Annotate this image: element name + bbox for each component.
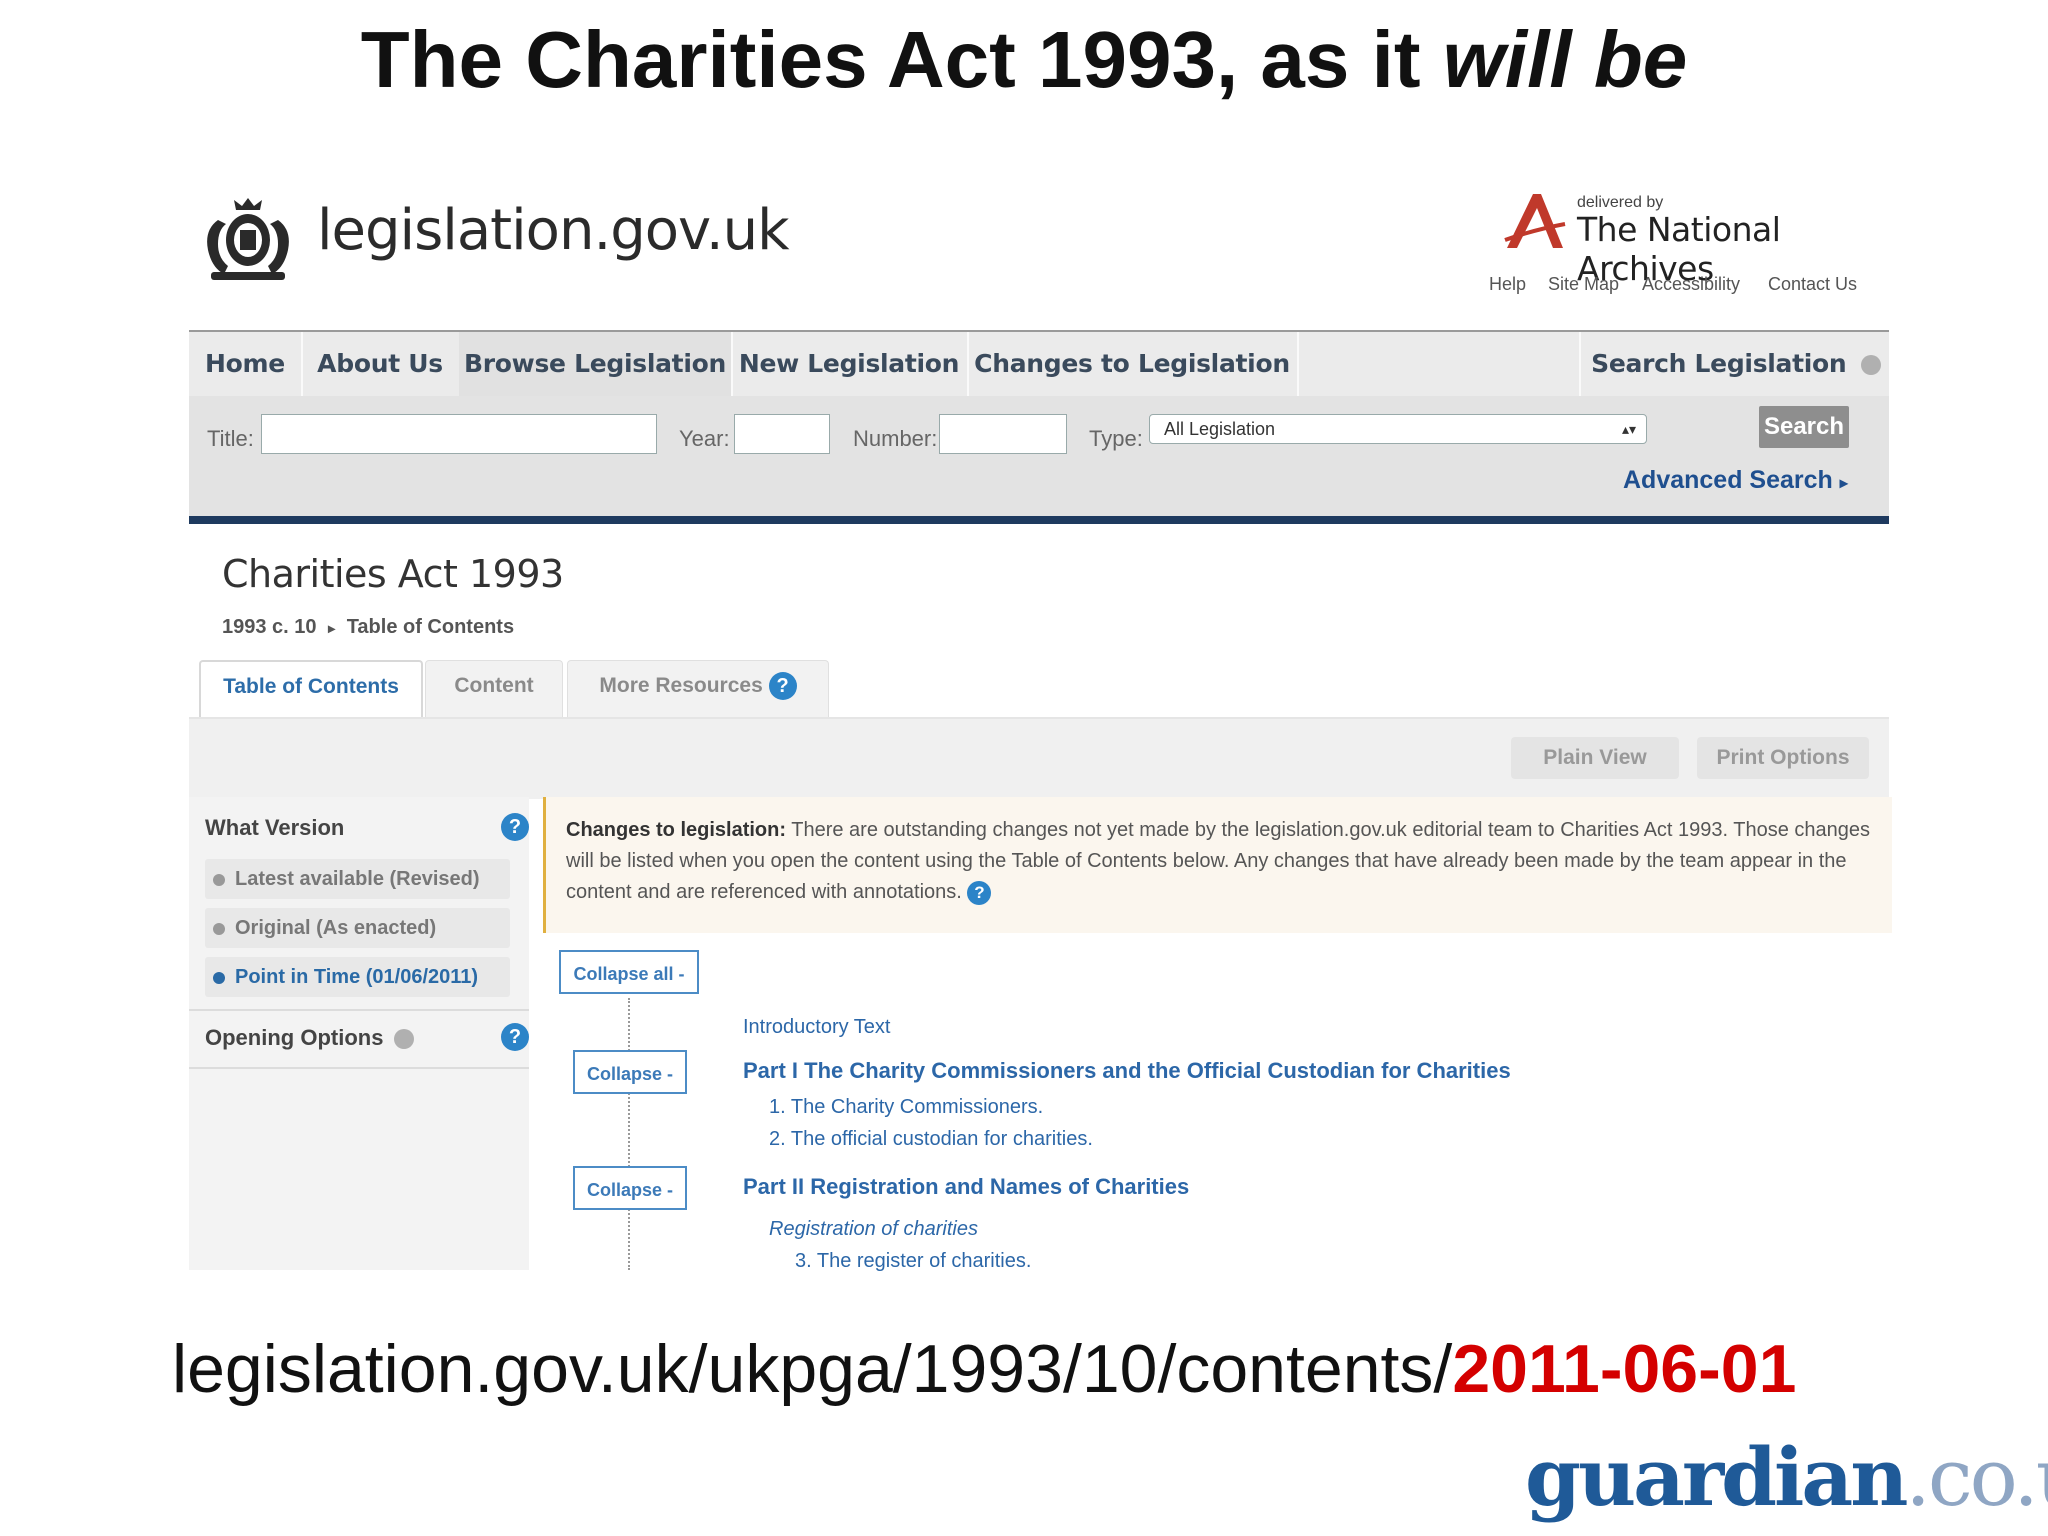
guardian-logo: guardian.co.uk — [1525, 1430, 2048, 1524]
type-select[interactable]: All Legislation ▴▾ — [1149, 414, 1647, 444]
title-label: Title: — [207, 426, 254, 451]
site-map-link[interactable]: Site Map — [1548, 274, 1619, 295]
url-caption: legislation.gov.uk/ukpga/1993/10/content… — [172, 1330, 1796, 1408]
version-label: Point in Time (01/06/2011) — [235, 966, 479, 988]
breadcrumb: 1993 c. 10 ▸ Table of Contents — [222, 616, 514, 639]
toc-section-2[interactable]: 2. The official custodian for charities. — [769, 1128, 1093, 1151]
legislation-screenshot: legislation.gov.uk delivered by The Nati… — [185, 180, 1892, 1273]
royal-crest-icon — [207, 198, 289, 280]
view-options-bar: Plain View Print Options — [189, 717, 1889, 799]
url-prefix: legislation.gov.uk/ukpga/1993/10/content… — [172, 1331, 1453, 1407]
sidebar: What Version ? Latest available (Revised… — [189, 797, 529, 1270]
nav-browse-legislation[interactable]: Browse Legislation — [459, 332, 733, 396]
version-label: Latest available (Revised) — [235, 868, 480, 890]
breadcrumb-arrow-icon: ▸ — [328, 620, 336, 636]
changes-notice: Changes to legislation: There are outsta… — [543, 797, 1892, 933]
toc-tree-line — [628, 998, 630, 1270]
search-legislation-label: Search Legislation — [1591, 349, 1847, 378]
type-label: Type: — [1089, 426, 1143, 451]
what-version-heading: What Version — [205, 815, 345, 840]
help-icon[interactable]: ? — [501, 1023, 529, 1051]
accessibility-link[interactable]: Accessibility — [1642, 274, 1740, 295]
toc-section-3[interactable]: 3. The register of charities. — [795, 1250, 1031, 1273]
advanced-search-link[interactable]: Advanced Search ▸ — [1623, 466, 1848, 495]
tab-more-resources[interactable]: More Resources ? — [567, 660, 829, 719]
national-archives-logo-icon — [1504, 194, 1566, 248]
year-input[interactable] — [734, 414, 830, 454]
print-options-button[interactable]: Print Options — [1697, 737, 1869, 779]
arrow-right-icon: ▸ — [1839, 475, 1848, 492]
version-latest[interactable]: Latest available (Revised) — [205, 859, 510, 899]
toc-introductory-text[interactable]: Introductory Text — [743, 1016, 890, 1039]
collapse-part2-button[interactable]: Collapse - — [573, 1166, 687, 1210]
help-icon[interactable]: ? — [501, 813, 529, 841]
version-original[interactable]: Original (As enacted) — [205, 908, 510, 948]
toc-section-1[interactable]: 1. The Charity Commissioners. — [769, 1096, 1043, 1119]
sidebar-divider — [189, 1009, 529, 1011]
guardian-wordmark: guardian — [1525, 1430, 1908, 1524]
nav-divider — [189, 516, 1889, 524]
number-label: Number: — [853, 426, 938, 451]
nav-home[interactable]: Home — [189, 332, 303, 396]
slide-title: The Charities Act 1993, as it will be — [360, 15, 1688, 104]
guardian-domain: .co.uk — [1905, 1431, 2048, 1524]
version-point-in-time[interactable]: Point in Time (01/06/2011) — [205, 957, 510, 997]
type-select-value: All Legislation — [1164, 419, 1276, 439]
title-input[interactable] — [261, 414, 657, 454]
version-label: Original (As enacted) — [235, 917, 437, 939]
radio-dot-icon — [213, 922, 225, 935]
url-date: 2011-06-01 — [1452, 1331, 1797, 1407]
main-nav: Home About Us Browse Legislation New Leg… — [189, 330, 1889, 397]
radio-dot-icon — [213, 971, 225, 984]
expand-circle-icon — [393, 1029, 414, 1050]
tab-table-of-contents[interactable]: Table of Contents — [199, 660, 423, 720]
collapse-all-button[interactable]: Collapse all - — [559, 950, 699, 994]
nav-new-legislation[interactable]: New Legislation — [731, 332, 969, 396]
radio-dot-icon — [213, 873, 225, 886]
sidebar-divider — [189, 1067, 529, 1069]
opening-options-heading[interactable]: Opening Options — [205, 1025, 414, 1051]
tab-content[interactable]: Content — [425, 660, 563, 719]
more-resources-label: More Resources — [599, 674, 763, 697]
notice-heading: Changes to legislation: — [566, 819, 787, 841]
toc-part-2[interactable]: Part II Registration and Names of Charit… — [743, 1174, 1189, 1200]
help-icon[interactable]: ? — [768, 672, 797, 701]
collapse-circle-icon — [1860, 355, 1881, 375]
search-button[interactable]: Search — [1759, 406, 1849, 448]
search-bar: Title: Year: Number: Type: All Legislati… — [189, 396, 1889, 521]
opening-options-label: Opening Options — [205, 1025, 384, 1050]
contact-us-link[interactable]: Contact Us — [1768, 274, 1857, 295]
breadcrumb-ref[interactable]: 1993 c. 10 — [222, 616, 317, 638]
nav-changes-to-legislation[interactable]: Changes to Legislation — [967, 332, 1299, 396]
select-arrows-icon: ▴▾ — [1621, 421, 1636, 437]
site-logo[interactable]: legislation.gov.uk — [317, 198, 790, 263]
number-input[interactable] — [939, 414, 1067, 454]
advanced-search-label: Advanced Search — [1623, 466, 1833, 494]
document-title: Charities Act 1993 — [222, 552, 564, 596]
toc-part-1[interactable]: Part I The Charity Commissioners and the… — [743, 1058, 1511, 1084]
help-icon[interactable]: ? — [967, 880, 992, 905]
breadcrumb-current: Table of Contents — [346, 616, 515, 638]
help-link[interactable]: Help — [1489, 274, 1526, 295]
year-label: Year: — [679, 426, 730, 451]
collapse-part1-button[interactable]: Collapse - — [573, 1050, 687, 1094]
toc-heading-registration[interactable]: Registration of charities — [769, 1218, 978, 1241]
nav-about-us[interactable]: About Us — [301, 332, 461, 396]
plain-view-button[interactable]: Plain View — [1511, 737, 1679, 779]
nav-search-legislation[interactable]: Search Legislation — [1579, 332, 1891, 396]
